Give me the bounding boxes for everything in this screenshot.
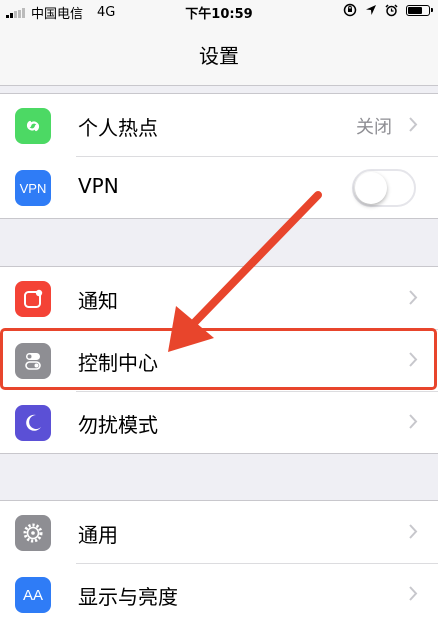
row-label: VPN (78, 174, 119, 198)
hotspot-icon (15, 108, 51, 144)
settings-row-vpn[interactable]: VPN VPN (0, 156, 438, 218)
settings-row-do-not-disturb[interactable]: 勿扰模式 (0, 391, 438, 453)
row-label: 控制中心 (78, 351, 158, 375)
location-icon (366, 5, 376, 15)
orientation-lock-icon (343, 3, 357, 17)
control-center-icon (15, 343, 51, 379)
settings-group-notifications: 通知 控制中心 勿扰模式 (0, 266, 438, 454)
notifications-icon (15, 281, 51, 317)
settings-row-display-brightness[interactable]: AA 显示与亮度 (0, 563, 438, 625)
display-icon-text: AA (22, 586, 43, 604)
row-value: 关闭 (356, 117, 392, 138)
chevron-right-icon (409, 290, 418, 305)
chevron-right-icon (409, 586, 418, 601)
row-label: 通知 (78, 289, 118, 313)
chevron-right-icon (409, 414, 418, 429)
settings-row-personal-hotspot[interactable]: 个人热点 关闭 (0, 94, 438, 156)
moon-icon (15, 405, 51, 441)
settings-row-notifications[interactable]: 通知 (0, 267, 438, 329)
vpn-icon-text: VPN (19, 180, 47, 196)
vpn-toggle[interactable] (352, 169, 416, 207)
chevron-right-icon (409, 352, 418, 367)
status-right (343, 3, 433, 17)
row-label: 个人热点 (78, 116, 158, 140)
row-label: 勿扰模式 (78, 413, 158, 437)
gear-icon (15, 515, 51, 551)
settings-group-network: 个人热点 关闭 VPN VPN (0, 93, 438, 219)
settings-row-general[interactable]: 通用 (0, 501, 438, 563)
page-title: 设置 (199, 44, 239, 68)
toggle-knob (355, 172, 387, 204)
display-icon: AA (15, 577, 51, 613)
row-label: 显示与亮度 (78, 585, 178, 609)
navigation-bar: 设置 (0, 22, 438, 86)
status-bar: 中国电信 4G 下午10:59 (0, 0, 438, 22)
chevron-right-icon (409, 117, 418, 132)
row-label: 通用 (78, 523, 118, 547)
settings-row-control-center[interactable]: 控制中心 (0, 329, 438, 391)
chevron-right-icon (409, 524, 418, 539)
alarm-icon (385, 3, 398, 16)
settings-group-general: 通用 AA 显示与亮度 (0, 500, 438, 625)
vpn-icon: VPN (15, 170, 51, 206)
battery-icon (406, 4, 433, 16)
